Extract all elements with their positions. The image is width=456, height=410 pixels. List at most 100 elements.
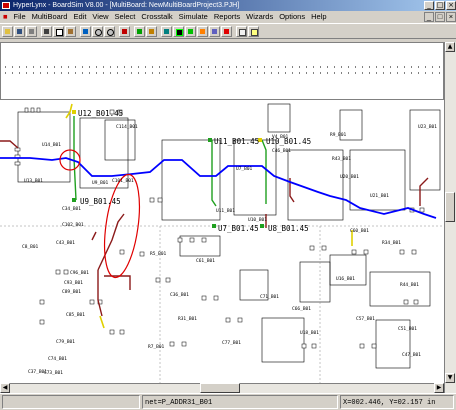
zoom-out-icon[interactable] xyxy=(104,26,115,37)
component-label: C93_B01 xyxy=(64,280,83,286)
component-label: U9_B01 xyxy=(92,180,109,186)
component-label: C85_B01 xyxy=(66,312,85,318)
label-u8: U8_B01.45 xyxy=(268,224,309,233)
print-icon[interactable] xyxy=(26,26,37,37)
component-label: C79_B01 xyxy=(56,339,75,345)
save-icon[interactable] xyxy=(14,26,25,37)
oscilloscope-icon[interactable] xyxy=(173,26,184,37)
vertical-scrollbar[interactable]: ▲ ▼ xyxy=(444,42,456,393)
component-labels: C114_B01 U14_B01 U13_B01 C34_B01 U9_B01 C101_… xyxy=(22,124,437,376)
undo-icon[interactable] xyxy=(80,26,91,37)
app-icon xyxy=(2,2,10,9)
doc-close-button[interactable]: × xyxy=(446,12,456,22)
open-icon[interactable] xyxy=(2,26,13,37)
board-canvas[interactable]: U12_B01.45 U9_B01.45 U11_B01.45 U10_B01.… xyxy=(0,100,444,383)
menu-select[interactable]: Select xyxy=(112,11,139,23)
component-label: U21_B01 xyxy=(370,193,389,199)
component-label: C101_B01 xyxy=(112,178,134,184)
component-label: U13_B01 xyxy=(24,178,43,184)
component-label: C89_B01 xyxy=(62,289,81,295)
component-label: R34_B01 xyxy=(382,240,401,246)
menu-view[interactable]: View xyxy=(89,11,111,23)
status-net: net=P_ADDR31_B01 xyxy=(142,395,338,409)
component-label: C77_B01 xyxy=(222,340,241,346)
component-label: U14_B01 xyxy=(42,142,61,148)
report-icon[interactable] xyxy=(236,26,247,37)
component-label: C37_B01 xyxy=(28,369,47,375)
component-label: C47_B01 xyxy=(402,352,421,358)
label-u7: U7_B01.45 xyxy=(218,224,259,233)
component-label: U20_B01 xyxy=(340,174,359,180)
component-label: R43_B01 xyxy=(332,156,351,162)
status-coords: X=002.446, Y=02.157 in xyxy=(340,395,454,409)
terminator-wizard-icon[interactable] xyxy=(161,26,172,37)
label-u9: U9_B01.45 xyxy=(80,197,121,206)
title-bar: HyperLynx - BoardSim V8.00 - [MultiBoard… xyxy=(0,0,456,11)
select-net-icon[interactable] xyxy=(134,26,145,37)
component-label: C51_B01 xyxy=(398,326,417,332)
scroll-down-icon[interactable]: ▼ xyxy=(445,373,455,383)
label-u11: U11_B01.45 xyxy=(214,137,259,146)
cut-icon[interactable] xyxy=(41,26,52,37)
menu-reports[interactable]: Reports xyxy=(211,11,243,23)
horizontal-scroll-thumb[interactable] xyxy=(200,383,240,393)
component-label: C46_B01 xyxy=(272,148,291,154)
stop-icon[interactable] xyxy=(221,26,232,37)
toolbar xyxy=(0,23,456,39)
component-label: C61_B01 xyxy=(196,258,215,264)
component-label: C36_B01 xyxy=(170,292,189,298)
menu-simulate[interactable]: Simulate xyxy=(176,11,211,23)
sweep-icon[interactable] xyxy=(185,26,196,37)
zoom-in-icon[interactable] xyxy=(92,26,103,37)
paste-icon[interactable] xyxy=(65,26,76,37)
component-label: U10_B01 xyxy=(248,217,267,223)
component-label: R7_B01 xyxy=(148,344,165,350)
green-traces xyxy=(73,116,267,207)
vertical-scroll-thumb[interactable] xyxy=(445,192,455,222)
window-title: HyperLynx - BoardSim V8.00 - [MultiBoard… xyxy=(13,2,240,9)
scroll-left-icon[interactable]: ◀ xyxy=(0,383,10,393)
label-u12: U12_B01.45 xyxy=(78,109,123,118)
menu-wizards[interactable]: Wizards xyxy=(243,11,276,23)
component-label: C114_B01 xyxy=(116,124,138,130)
component-label: C71_B01 xyxy=(260,294,279,300)
component-label: C102_B01 xyxy=(62,222,84,228)
scroll-right-icon[interactable]: ▶ xyxy=(434,383,444,393)
component-label: R44_B01 xyxy=(400,282,419,288)
menu-help[interactable]: Help xyxy=(308,11,329,23)
status-pane-left xyxy=(2,395,140,409)
component-label: C43_B01 xyxy=(56,240,75,246)
component-label: C66_B01 xyxy=(292,306,311,312)
zoom-fit-icon[interactable] xyxy=(119,26,130,37)
component-label: U7_B01 xyxy=(236,166,253,172)
menu-edit[interactable]: Edit xyxy=(70,11,89,23)
scroll-up-icon[interactable]: ▲ xyxy=(445,42,455,52)
component-label: C60_B01 xyxy=(350,228,369,234)
app-menu-icon[interactable]: ■ xyxy=(0,11,11,23)
doc-minimize-button[interactable]: _ xyxy=(424,12,434,22)
component-label: V4_B01 xyxy=(272,134,289,140)
crosstalk-icon[interactable] xyxy=(197,26,208,37)
doc-restore-button[interactable]: □ xyxy=(435,12,445,22)
component-label: C96_B01 xyxy=(70,270,89,276)
hyperlynx-window: HyperLynx - BoardSim V8.00 - [MultiBoard… xyxy=(0,0,456,410)
copy-icon[interactable] xyxy=(53,26,64,37)
component-label: R5_B01 xyxy=(150,251,167,257)
stackup-icon[interactable] xyxy=(146,26,157,37)
menu-options[interactable]: Options xyxy=(276,11,308,23)
board-layout-svg[interactable]: U12_B01.45 U9_B01.45 U11_B01.45 U10_B01.… xyxy=(0,100,444,383)
em-icon[interactable] xyxy=(209,26,220,37)
close-button[interactable]: × xyxy=(446,1,456,10)
maximize-button[interactable]: □ xyxy=(435,1,445,10)
help-icon[interactable] xyxy=(248,26,259,37)
menu-multiboard[interactable]: MultiBoard xyxy=(29,11,71,23)
horizontal-scrollbar[interactable]: ◀ ▶ xyxy=(0,383,444,393)
component-label: C57_B01 xyxy=(356,316,375,322)
minimize-button[interactable]: _ xyxy=(424,1,434,10)
status-bar: net=P_ADDR31_B01 X=002.446, Y=02.157 in xyxy=(0,393,456,410)
menu-crosstalk[interactable]: Crosstalk xyxy=(138,11,175,23)
component-label: C8_B01 xyxy=(22,244,39,250)
component-label: U11_B01 xyxy=(216,208,235,214)
dashed-outline xyxy=(5,66,441,74)
menu-file[interactable]: File xyxy=(11,11,29,23)
